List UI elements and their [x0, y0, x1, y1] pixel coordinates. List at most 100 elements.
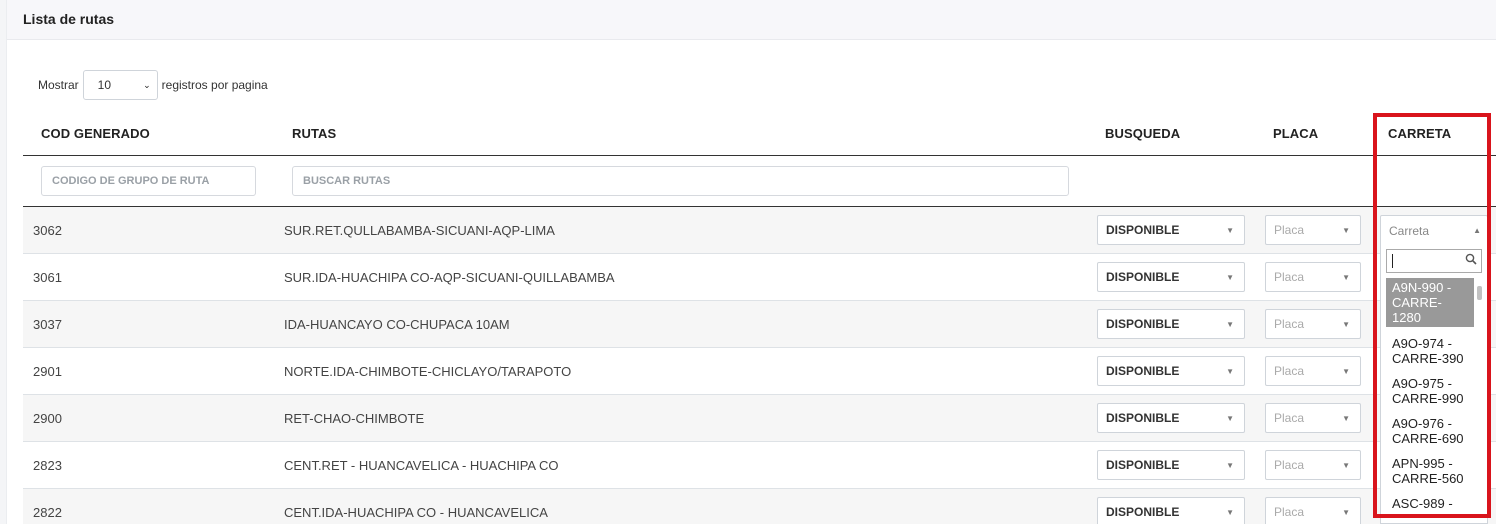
- carreta-option-line: CARRE-990: [1392, 391, 1464, 406]
- chevron-down-icon: ⌄: [143, 79, 151, 90]
- carreta-placeholder: Carreta: [1389, 223, 1430, 238]
- busqueda-select[interactable]: DISPONIBLE ▼: [1097, 403, 1245, 433]
- placa-placeholder: Placa: [1274, 458, 1305, 472]
- busqueda-select[interactable]: DISPONIBLE ▼: [1097, 497, 1245, 524]
- caret-down-icon: ▼: [1342, 460, 1350, 470]
- carreta-option-line: ASC-989 -: [1392, 496, 1453, 511]
- caret-down-icon: ▼: [1226, 272, 1234, 282]
- busqueda-select[interactable]: DISPONIBLE ▼: [1097, 356, 1245, 386]
- caret-down-icon: ▼: [1226, 366, 1234, 376]
- busqueda-value: DISPONIBLE: [1106, 270, 1180, 284]
- cell-cod: 2822: [33, 504, 62, 520]
- rutas-filter-input[interactable]: BUSCAR RUTAS: [292, 166, 1069, 196]
- carreta-option[interactable]: A9O-974 - CARRE-390: [1386, 334, 1474, 368]
- table-row: 2823 CENT.RET - HUANCAVELICA - HUACHIPA C…: [23, 442, 1496, 489]
- carreta-option[interactable]: A9O-975 - CARRE-990: [1386, 374, 1474, 408]
- page-length-control: Mostrar 10 ⌄ registros por pagina: [38, 70, 268, 100]
- cell-ruta: CENT.RET - HUANCAVELICA - HUACHIPA CO: [284, 457, 559, 473]
- cell-cod: 3061: [33, 269, 62, 285]
- header-busqueda[interactable]: BUSQUEDA: [1105, 126, 1180, 141]
- text-cursor: [1392, 254, 1393, 268]
- carreta-option-line: CARRE-690: [1392, 431, 1464, 446]
- caret-down-icon: ▼: [1226, 319, 1234, 329]
- carreta-search-input[interactable]: [1386, 249, 1482, 273]
- placa-placeholder: Placa: [1274, 364, 1305, 378]
- header-divider: [23, 155, 1496, 156]
- caret-down-icon: ▼: [1342, 366, 1350, 376]
- header-rutas[interactable]: RUTAS: [292, 126, 336, 141]
- carreta-option-line: CARRE-: [1392, 295, 1442, 310]
- cell-cod: 3062: [33, 222, 62, 238]
- placa-placeholder: Placa: [1274, 505, 1305, 519]
- busqueda-select[interactable]: DISPONIBLE ▼: [1097, 262, 1245, 292]
- header-carreta[interactable]: CARRETA: [1388, 126, 1451, 141]
- search-icon: [1465, 253, 1477, 265]
- length-prefix: Mostrar: [38, 78, 79, 92]
- carreta-option[interactable]: ASC-989 -: [1386, 494, 1474, 513]
- dropdown-scrollbar[interactable]: [1477, 286, 1482, 300]
- table-row: 2822 CENT.IDA-HUACHIPA CO - HUANCAVELICA D…: [23, 489, 1496, 524]
- cell-ruta: CENT.IDA-HUACHIPA CO - HUANCAVELICA: [284, 504, 548, 520]
- carreta-option[interactable]: A9O-976 - CARRE-690: [1386, 414, 1474, 448]
- caret-down-icon: ▼: [1342, 272, 1350, 282]
- caret-down-icon: ▼: [1342, 507, 1350, 517]
- caret-down-icon: ▼: [1226, 225, 1234, 235]
- caret-up-icon: ▲: [1473, 226, 1481, 235]
- carreta-dropdown: A9N-990 - CARRE- 1280 A9O-974 - CARRE-390 A9O…: [1380, 244, 1488, 524]
- carreta-option-line: A9N-990 -: [1392, 280, 1452, 295]
- placa-placeholder: Placa: [1274, 270, 1305, 284]
- placa-placeholder: Placa: [1274, 223, 1305, 237]
- page-length-value: 10: [97, 78, 112, 92]
- caret-down-icon: ▼: [1226, 460, 1234, 470]
- header-placa[interactable]: PLACA: [1273, 126, 1318, 141]
- placa-select[interactable]: Placa ▼: [1265, 450, 1361, 480]
- carreta-option-line: CARRE-390: [1392, 351, 1464, 366]
- cell-ruta: IDA-HUANCAYO CO-CHUPACA 10AM: [284, 316, 510, 332]
- carreta-option-line: CARRE-560: [1392, 471, 1464, 486]
- busqueda-select[interactable]: DISPONIBLE ▼: [1097, 215, 1245, 245]
- placa-select[interactable]: Placa ▼: [1265, 497, 1361, 524]
- table-row: 2900 RET-CHAO-CHIMBOTE DISPONIBLE ▼ Placa ▼: [23, 395, 1496, 442]
- busqueda-select[interactable]: DISPONIBLE ▼: [1097, 450, 1245, 480]
- placa-select[interactable]: Placa ▼: [1265, 262, 1361, 292]
- cell-cod: 2901: [33, 363, 62, 379]
- placa-select[interactable]: Placa ▼: [1265, 215, 1361, 245]
- busqueda-value: DISPONIBLE: [1106, 411, 1180, 425]
- placa-select[interactable]: Placa ▼: [1265, 309, 1361, 339]
- carreta-option[interactable]: APN-995 - CARRE-560: [1386, 454, 1474, 488]
- placa-select[interactable]: Placa ▼: [1265, 403, 1361, 433]
- caret-down-icon: ▼: [1226, 507, 1234, 517]
- header-cod-generado[interactable]: COD GENERADO: [41, 126, 150, 141]
- placa-select[interactable]: Placa ▼: [1265, 356, 1361, 386]
- table-row: 3037 IDA-HUANCAYO CO-CHUPACA 10AM DISPONIB…: [23, 301, 1496, 348]
- caret-down-icon: ▼: [1342, 225, 1350, 235]
- busqueda-value: DISPONIBLE: [1106, 317, 1180, 331]
- busqueda-value: DISPONIBLE: [1106, 364, 1180, 378]
- busqueda-value: DISPONIBLE: [1106, 223, 1180, 237]
- carreta-option-line: 1280: [1392, 310, 1421, 325]
- cell-cod: 3037: [33, 316, 62, 332]
- cell-ruta: SUR.IDA-HUACHIPA CO-AQP-SICUANI-QUILLABA…: [284, 269, 615, 285]
- busqueda-select[interactable]: DISPONIBLE ▼: [1097, 309, 1245, 339]
- carreta-option[interactable]: A9N-990 - CARRE- 1280: [1386, 278, 1474, 327]
- routes-card: Lista de rutas Mostrar 10 ⌄ registros po…: [6, 0, 1496, 524]
- carreta-option-line: APN-995 -: [1392, 456, 1453, 471]
- carreta-option-line: A9O-975 -: [1392, 376, 1452, 391]
- cell-ruta: RET-CHAO-CHIMBOTE: [284, 410, 425, 426]
- table-row: 3062 SUR.RET.QULLABAMBA-SICUANI-AQP-LIMA D…: [23, 207, 1496, 254]
- page-length-select[interactable]: 10 ⌄: [82, 70, 158, 100]
- card-header: Lista de rutas: [7, 0, 1496, 40]
- caret-down-icon: ▼: [1342, 319, 1350, 329]
- carreta-option-line: A9O-974 -: [1392, 336, 1452, 351]
- carreta-select-open[interactable]: Carreta ▲: [1380, 215, 1488, 245]
- caret-down-icon: ▼: [1226, 413, 1234, 423]
- cell-cod: 2900: [33, 410, 62, 426]
- table-row: 3061 SUR.IDA-HUACHIPA CO-AQP-SICUANI-QUIL…: [23, 254, 1496, 301]
- length-suffix: registros por pagina: [161, 78, 268, 92]
- card-title: Lista de rutas: [23, 11, 115, 27]
- carreta-option-line: A9O-976 -: [1392, 416, 1452, 431]
- cell-ruta: NORTE.IDA-CHIMBOTE-CHICLAYO/TARAPOTO: [284, 363, 572, 379]
- cell-cod: 2823: [33, 457, 62, 473]
- table-row: 2901 NORTE.IDA-CHIMBOTE-CHICLAYO/TARAPOTO…: [23, 348, 1496, 395]
- cod-filter-input[interactable]: CODIGO DE GRUPO DE RUTA: [41, 166, 256, 196]
